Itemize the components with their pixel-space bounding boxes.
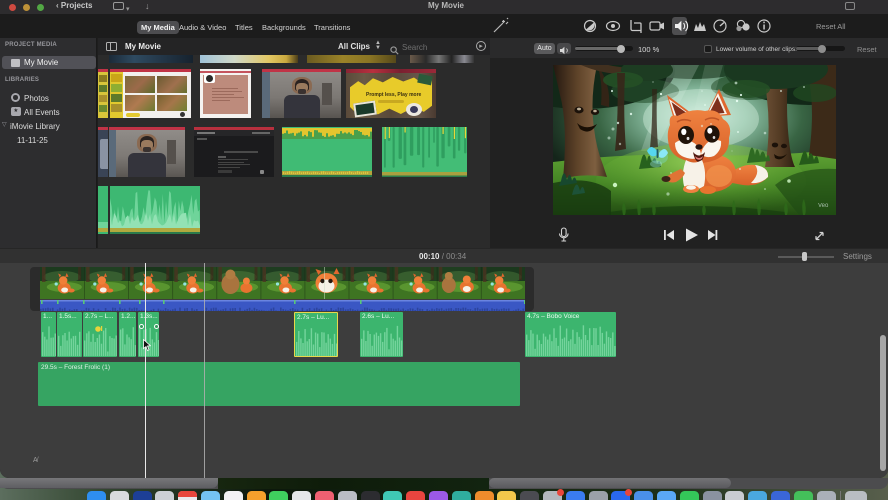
svg-text:Veo: Veo [818,203,829,209]
